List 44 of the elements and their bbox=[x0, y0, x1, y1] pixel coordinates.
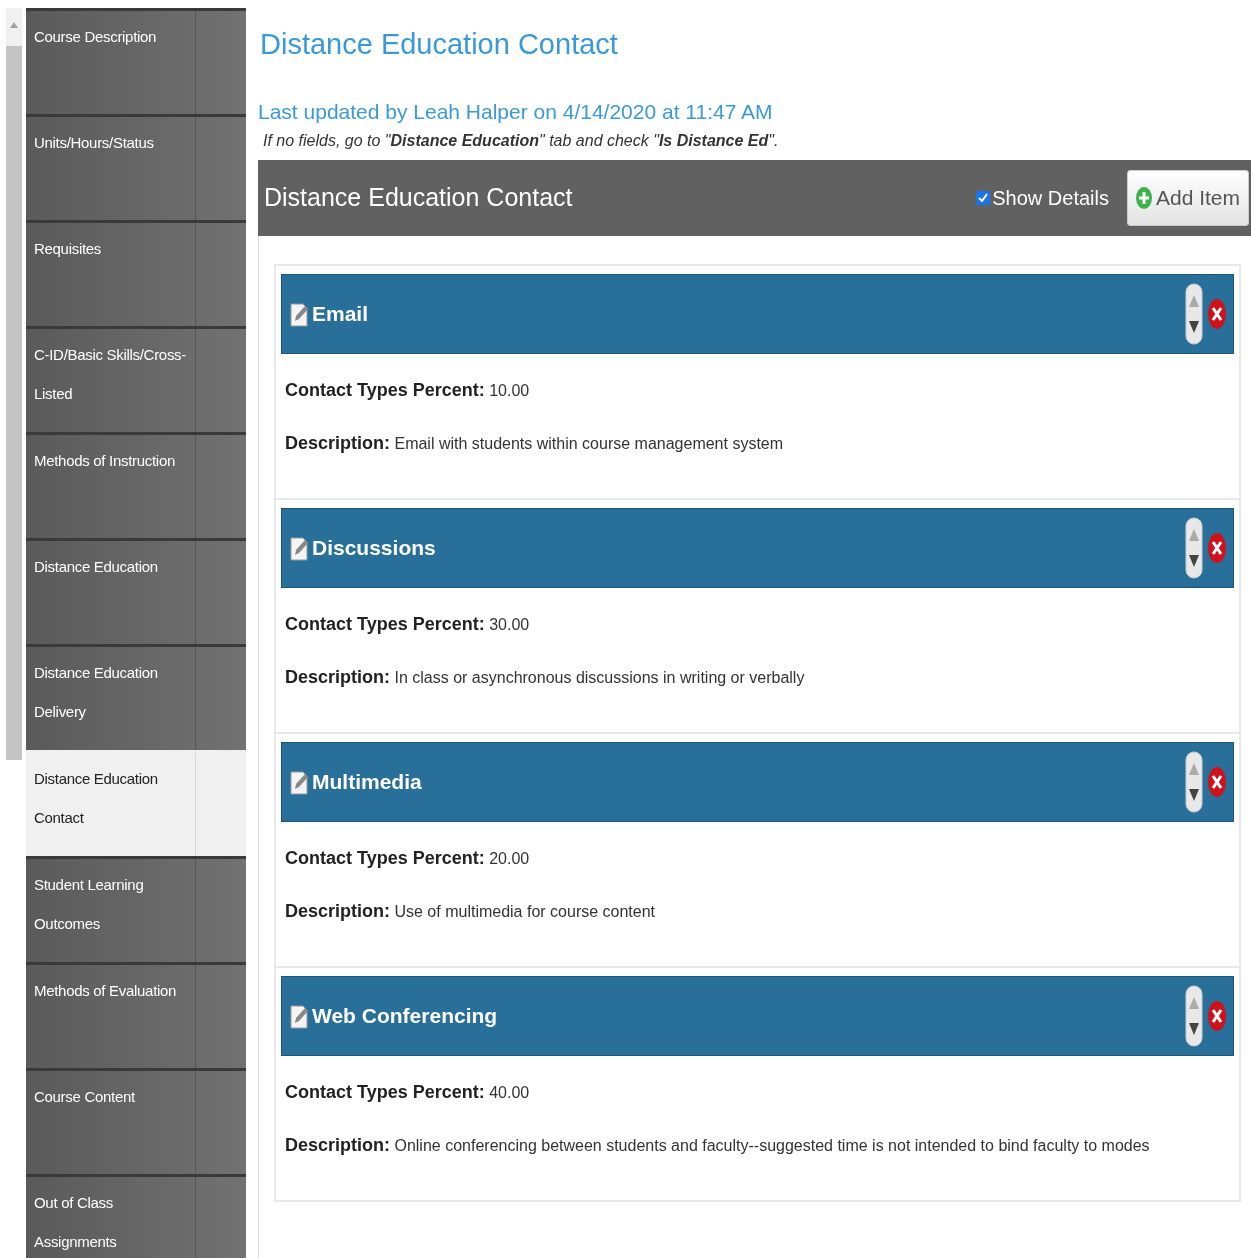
delete-icon[interactable] bbox=[1207, 298, 1227, 330]
item-title: Web Conferencing bbox=[312, 1003, 499, 1030]
field-text: Description: Online conferencing between students and faculty--suggested time is not intended to bind faculty to modes bbox=[285, 1134, 1151, 1157]
delete-icon[interactable] bbox=[1207, 1000, 1227, 1032]
reorder-arrows-icon[interactable] bbox=[1185, 751, 1203, 813]
item-title: Multimedia bbox=[312, 769, 423, 796]
sidebar-item[interactable]: Units/Hours/Status bbox=[26, 114, 246, 220]
plus-circle-icon bbox=[1135, 187, 1152, 209]
sidebar-item[interactable]: Course Description bbox=[26, 8, 246, 114]
field-text: Contact Types Percent: 40.00 bbox=[285, 1081, 531, 1104]
reorder-arrows-icon[interactable] bbox=[1185, 985, 1203, 1047]
sidebar-item[interactable]: C-ID/Basic Skills/Cross-Listed bbox=[26, 326, 246, 432]
edit-icon[interactable] bbox=[290, 535, 308, 561]
hint-text: If no fields, go to "Distance Education" tab and check "Is Distance Ed". bbox=[263, 131, 780, 151]
sidebar-item[interactable]: Course Content bbox=[26, 1068, 246, 1174]
field-text: Description: Email with students within course management system bbox=[285, 432, 785, 455]
field-text: Description: In class or asynchronous discussions in writing or verbally bbox=[285, 666, 806, 689]
sidebar-item[interactable]: Student Learning Outcomes bbox=[26, 856, 246, 962]
field-text: Contact Types Percent: 30.00 bbox=[285, 613, 531, 636]
edit-icon[interactable] bbox=[290, 769, 308, 795]
field-text: Contact Types Percent: 20.00 bbox=[285, 847, 531, 870]
item-title: Email bbox=[312, 301, 370, 328]
reorder-arrows-icon[interactable] bbox=[1185, 517, 1203, 579]
page-title: Distance Education Contact bbox=[260, 27, 619, 62]
edit-icon[interactable] bbox=[290, 1003, 308, 1029]
sidebar-item[interactable]: Distance Education Contact bbox=[26, 750, 246, 856]
sidebar-item[interactable]: Distance Education bbox=[26, 538, 246, 644]
field-text: Contact Types Percent: 10.00 bbox=[285, 379, 531, 402]
last-updated-text: Last updated by Leah Halper on 4/14/2020 at 11:47 AM bbox=[258, 99, 774, 125]
delete-icon[interactable] bbox=[1207, 532, 1227, 564]
sidebar-item[interactable]: Methods of Instruction bbox=[26, 432, 246, 538]
sidebar-item[interactable]: Out of Class Assignments bbox=[26, 1174, 246, 1258]
show-details-label[interactable]: Show Details bbox=[992, 183, 1109, 213]
reorder-arrows-icon[interactable] bbox=[1185, 283, 1203, 345]
show-details-checkbox[interactable] bbox=[976, 191, 991, 205]
delete-icon[interactable] bbox=[1207, 766, 1227, 798]
sidebar-item[interactable]: Methods of Evaluation bbox=[26, 962, 246, 1068]
section-title: Distance Education Contact bbox=[264, 182, 574, 214]
sidebar-item[interactable]: Distance Education Delivery bbox=[26, 644, 246, 750]
add-item-button[interactable]: Add Item bbox=[1126, 170, 1249, 226]
sidebar-item[interactable]: Requisites bbox=[26, 220, 246, 326]
field-text: Description: Use of multimedia for course content bbox=[285, 900, 657, 923]
item-title: Discussions bbox=[312, 535, 437, 562]
edit-icon[interactable] bbox=[290, 301, 308, 327]
